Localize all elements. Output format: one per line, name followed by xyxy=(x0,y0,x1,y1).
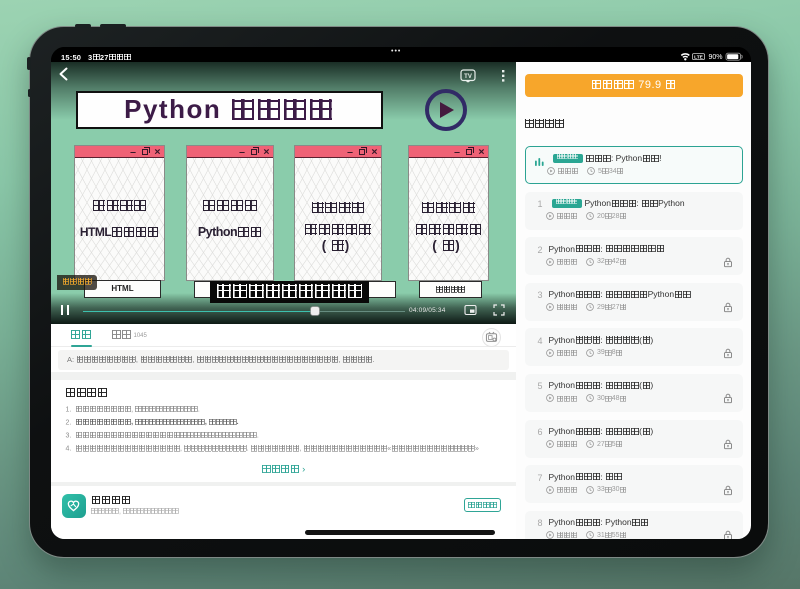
svg-text:TV: TV xyxy=(464,73,472,79)
svg-text:90%: 90% xyxy=(708,54,722,61)
svg-text:LTE: LTE xyxy=(694,54,704,60)
